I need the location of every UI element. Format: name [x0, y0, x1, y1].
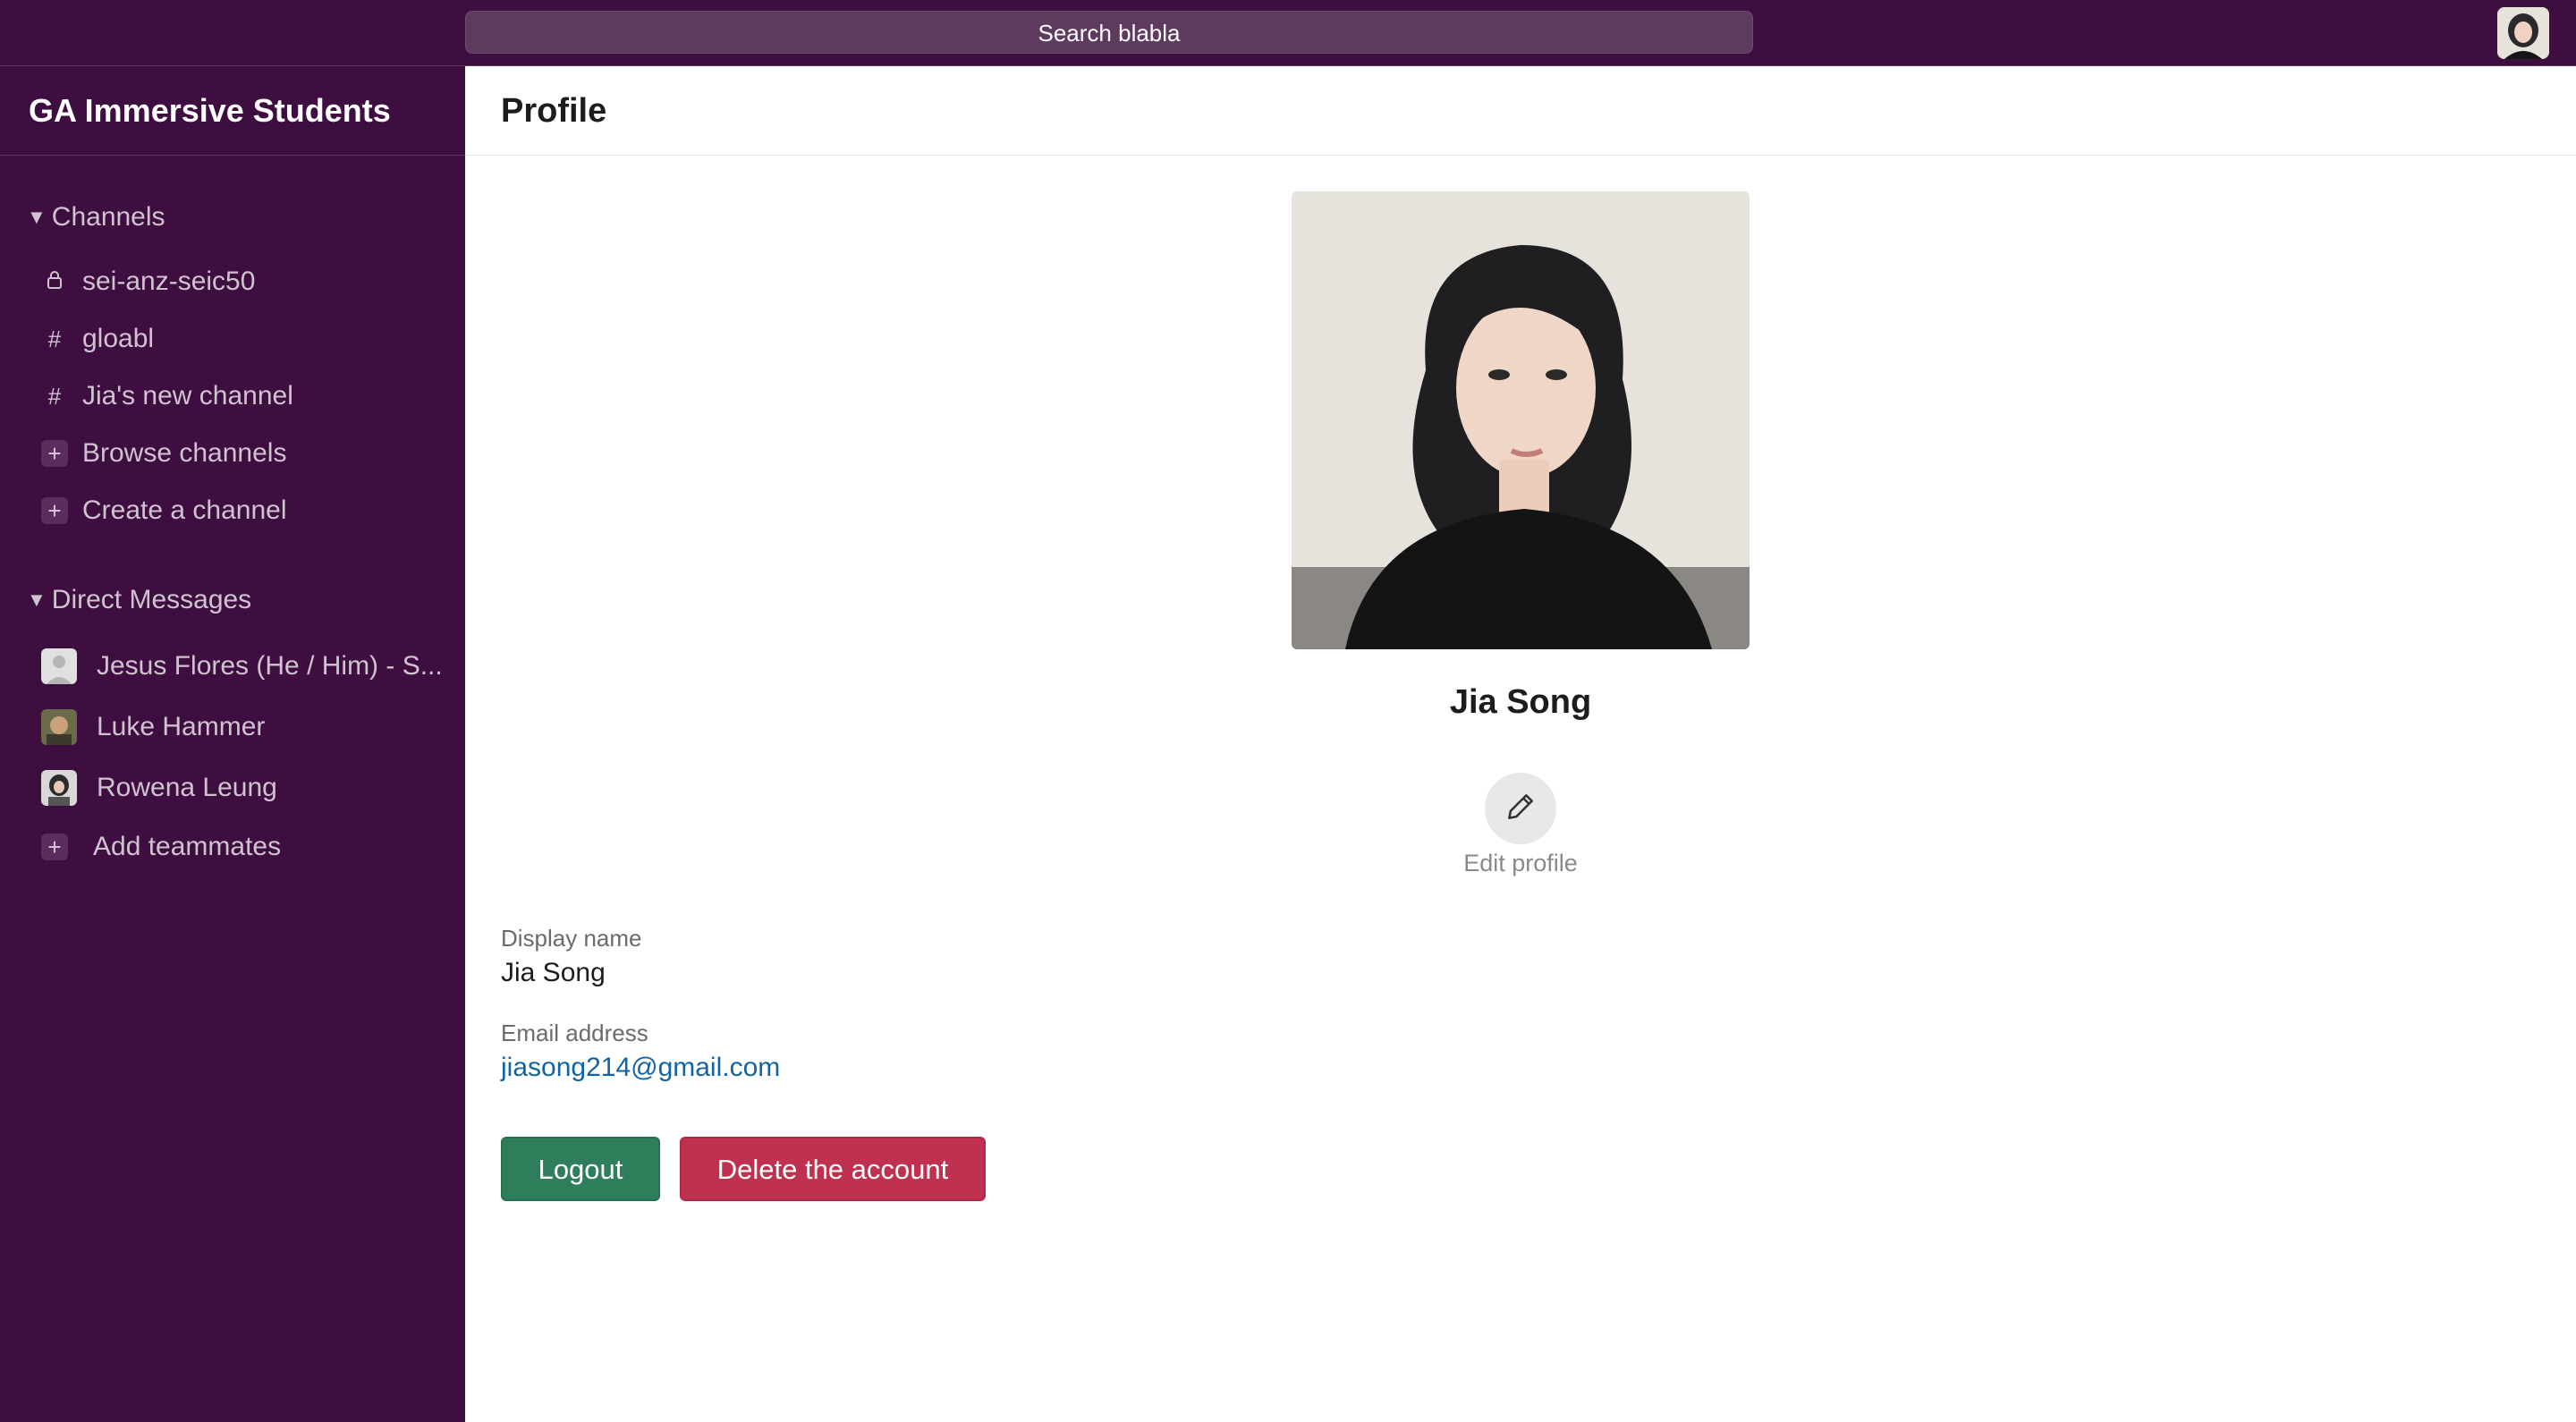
- edit-profile-label[interactable]: Edit profile: [1463, 850, 1578, 877]
- create-channel-button[interactable]: + Create a channel: [41, 487, 287, 534]
- sidebar-item-dm[interactable]: Jesus Flores (He / Him) - S...: [41, 643, 443, 690]
- create-channel-label: Create a channel: [82, 495, 287, 525]
- profile-photo: [1292, 191, 1750, 649]
- profile-name: Jia Song: [1449, 683, 1592, 721]
- display-name-value: Jia Song: [501, 958, 606, 987]
- sidebar-item-label: sei-anz-seic50: [82, 267, 256, 296]
- top-bar: Search blabla: [0, 0, 2576, 66]
- app-window: Search blabla GA Immersive Students ▼ Ch…: [0, 0, 2576, 1422]
- plus-icon: +: [41, 440, 68, 467]
- email-label: Email address: [501, 1020, 648, 1046]
- hash-icon: #: [47, 382, 62, 410]
- display-name-label: Display name: [501, 925, 642, 952]
- plus-icon: +: [41, 497, 68, 524]
- search-bar[interactable]: Search blabla: [465, 11, 1753, 54]
- avatar: [41, 709, 77, 745]
- logout-button[interactable]: Logout: [501, 1137, 660, 1201]
- sidebar-item-channel[interactable]: sei-anz-seic50: [41, 258, 255, 305]
- avatar: [41, 770, 77, 806]
- page-title: Profile: [465, 66, 2576, 156]
- email-link[interactable]: jiasong214@gmail.com: [501, 1053, 780, 1083]
- delete-account-button[interactable]: Delete the account: [680, 1137, 986, 1201]
- lock-icon: [41, 268, 68, 296]
- caret-down-icon: ▼: [27, 588, 47, 611]
- main-panel: Profile Jia Song Edit profile Display na…: [465, 66, 2576, 1422]
- hash-icon: #: [47, 325, 62, 352]
- sidebar-item-label: Jia's new channel: [82, 381, 293, 411]
- sidebar-item-label: Jesus Flores (He / Him) - S...: [97, 651, 443, 681]
- sidebar: GA Immersive Students ▼ Channels sei-anz…: [0, 66, 465, 1422]
- plus-icon: +: [41, 834, 68, 860]
- sidebar-item-label: gloabl: [82, 324, 155, 353]
- sidebar-item-channel[interactable]: # gloabl: [41, 316, 154, 362]
- sidebar-item-dm[interactable]: Rowena Leung: [41, 765, 277, 811]
- dm-heading: Direct Messages: [51, 585, 252, 614]
- browse-channels-label: Browse channels: [82, 438, 287, 468]
- edit-profile-button[interactable]: [1485, 773, 1556, 844]
- channels-heading: Channels: [51, 202, 165, 232]
- user-avatar[interactable]: [2497, 7, 2549, 59]
- channels-section-toggle[interactable]: ▼ Channels: [27, 202, 165, 233]
- workspace-name[interactable]: GA Immersive Students: [0, 66, 465, 156]
- avatar: [41, 648, 77, 684]
- sidebar-item-label: Luke Hammer: [97, 712, 266, 741]
- sidebar-item-label: Rowena Leung: [97, 773, 277, 802]
- sidebar-item-channel[interactable]: # Jia's new channel: [41, 373, 293, 419]
- dm-section-toggle[interactable]: ▼ Direct Messages: [27, 585, 251, 615]
- caret-down-icon: ▼: [27, 206, 47, 228]
- pencil-icon: [1504, 790, 1538, 828]
- add-teammates-button[interactable]: + Add teammates: [41, 824, 281, 870]
- browse-channels-button[interactable]: + Browse channels: [41, 430, 286, 477]
- sidebar-item-dm[interactable]: Luke Hammer: [41, 704, 265, 750]
- add-teammates-label: Add teammates: [93, 832, 282, 861]
